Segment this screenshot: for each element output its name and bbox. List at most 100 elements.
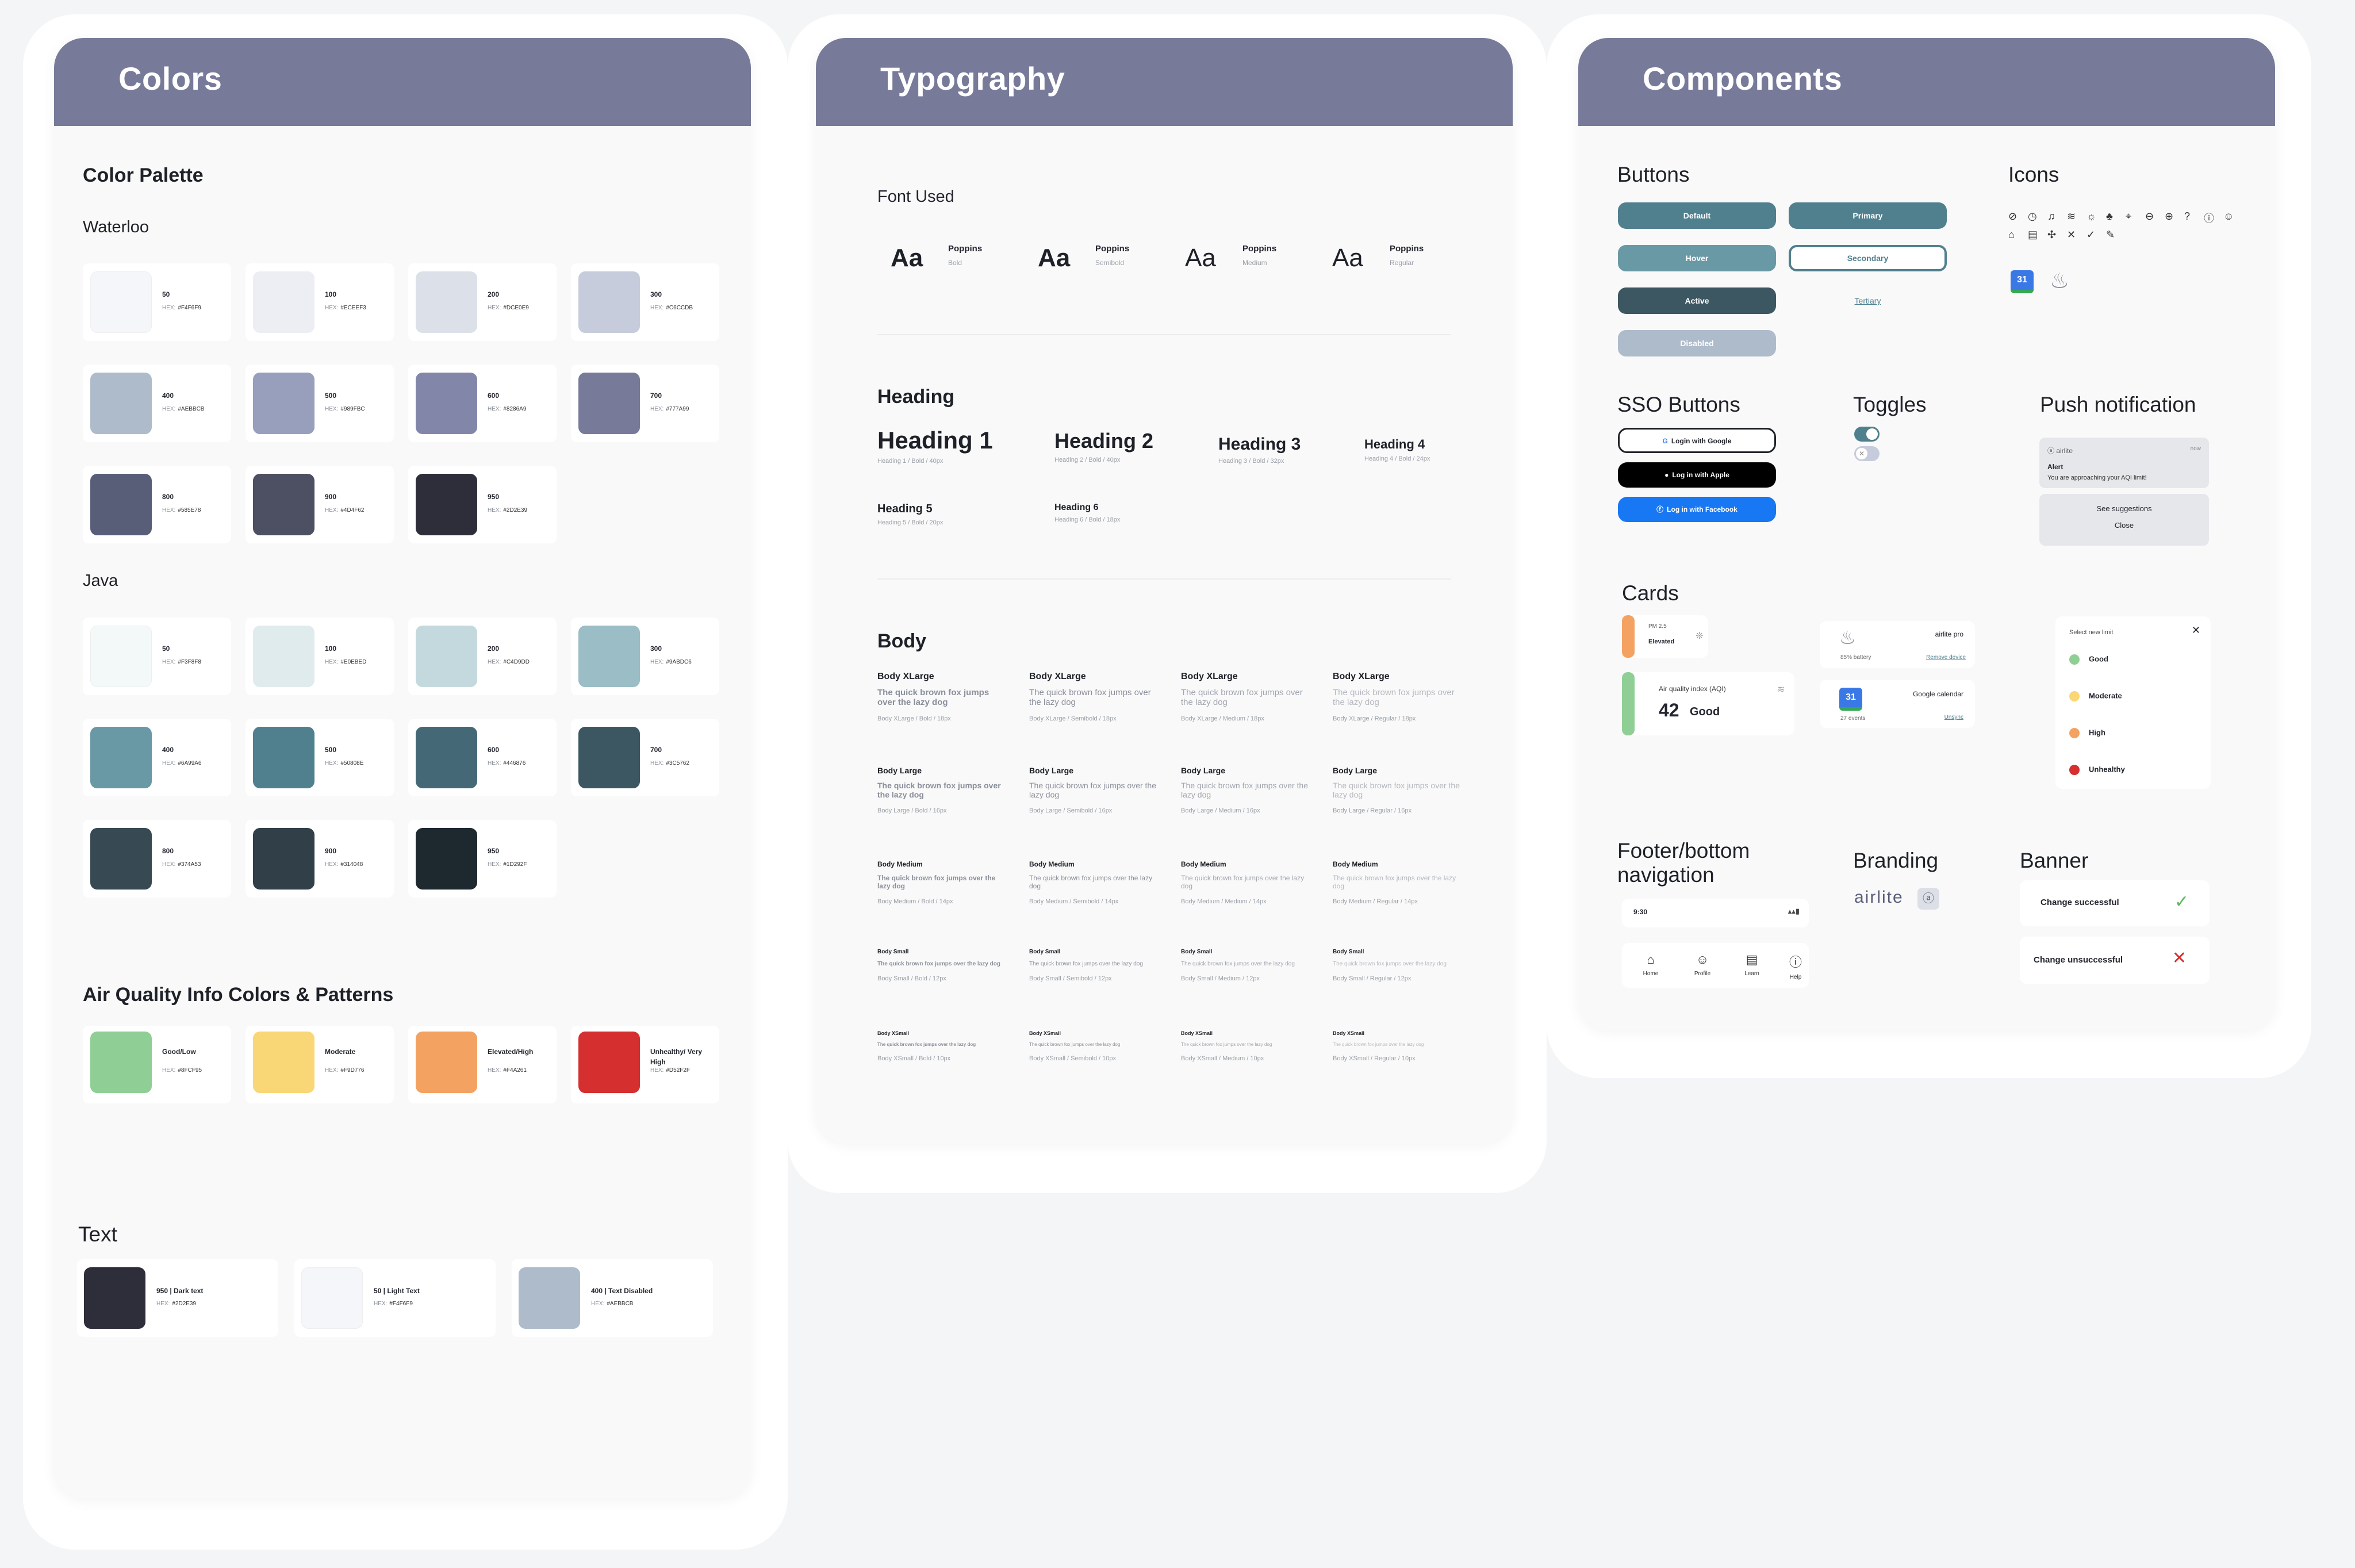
- swatch-hex: HEX: #DCE0E9: [488, 305, 529, 311]
- body-sample-text: The quick brown fox jumps over the lazy …: [1333, 781, 1460, 799]
- push-alert: Alert: [2047, 463, 2063, 471]
- default-button[interactable]: Default: [1618, 202, 1776, 229]
- swatch-name: 900: [325, 847, 337, 855]
- text-color-swatch: 400 | Text Disabled HEX: #AEBBCB: [512, 1259, 713, 1337]
- body-style-name: Body XSmall: [1333, 1030, 1365, 1036]
- facebook-login-button[interactable]: ⓕ Log in with Facebook: [1618, 497, 1776, 522]
- swatch-color: [253, 828, 314, 890]
- font-weight: Medium: [1242, 259, 1267, 267]
- body-style-meta: Body Medium / Medium / 14px: [1181, 898, 1267, 905]
- hex-label: HEX:: [650, 406, 664, 412]
- swatch-hex: HEX: #50808E: [325, 760, 364, 766]
- divider: [877, 334, 1451, 335]
- hex-label: HEX:: [162, 1067, 176, 1074]
- swatch-color: [253, 373, 314, 434]
- primary-button[interactable]: Primary: [1789, 202, 1947, 229]
- device-card[interactable]: ♨ airlite pro 85% battery Remove device: [1820, 621, 1975, 668]
- apple-login-button[interactable]: ● Log in with Apple: [1618, 462, 1776, 488]
- color-swatch: Good/Low HEX: #8FCF95: [83, 1026, 231, 1103]
- body-style-meta: Body Large / Medium / 16px: [1181, 807, 1260, 814]
- toggle-on[interactable]: [1854, 427, 1880, 442]
- success-text: Change successful: [2041, 898, 2119, 907]
- heading-sample: Heading 5 Heading 5 / Bold / 20px: [877, 503, 943, 526]
- body-style-meta: Body Large / Semibold / 16px: [1029, 807, 1113, 814]
- limit-card[interactable]: Select new limit ✕ Good Moderate High Unhea…: [2055, 616, 2211, 789]
- cards-title: Cards: [1622, 581, 1679, 605]
- error-banner: Change unsuccessful ✕: [2020, 937, 2210, 984]
- google-login-button[interactable]: G Login with Google: [1618, 428, 1776, 453]
- status-time: 9:30: [1633, 908, 1648, 916]
- body-sample: Body Small The quick brown fox jumps over…: [1333, 949, 1465, 982]
- active-button[interactable]: Active: [1618, 287, 1776, 314]
- hover-button[interactable]: Hover: [1618, 245, 1776, 271]
- colors-panel-title: Colors: [54, 38, 751, 126]
- nav-home[interactable]: ⌂ Home: [1633, 952, 1668, 977]
- nav-help[interactable]: ⓘ Help: [1784, 952, 1807, 980]
- color-swatch: 400 HEX: #6A99A6: [83, 719, 231, 796]
- tertiary-button[interactable]: Tertiary: [1789, 287, 1947, 314]
- heading-text: Heading 5: [877, 503, 933, 515]
- check-circle-icon: ⊘: [2008, 210, 2018, 222]
- pin-icon: ⌖: [2126, 210, 2132, 222]
- pm-card[interactable]: PM 2.5 Elevated ❊: [1622, 615, 1708, 658]
- fan-icon: ✣: [2047, 229, 2057, 240]
- swatch-hex: HEX: #9ABDC6: [650, 659, 692, 665]
- color-swatch: 300 HEX: #C6CCDB: [571, 263, 719, 341]
- nav-learn[interactable]: ▤ Learn: [1735, 952, 1769, 977]
- secondary-button[interactable]: Secondary: [1789, 245, 1947, 271]
- pm-status: Elevated: [1648, 638, 1675, 645]
- limit-option[interactable]: Moderate: [2069, 691, 2122, 701]
- swatch-name: 800: [162, 847, 174, 855]
- limit-option[interactable]: Good: [2069, 654, 2108, 665]
- remove-device-link[interactable]: Remove device: [1926, 654, 1966, 661]
- heading-text: Heading 3: [1218, 435, 1301, 454]
- swatch-hex: HEX: #6A99A6: [162, 760, 202, 766]
- swatch-name: 50: [162, 645, 170, 653]
- close-notification-button[interactable]: Close: [2039, 513, 2209, 530]
- body-sample-text: The quick brown fox jumps over the lazy …: [1029, 874, 1153, 890]
- swatch-name: 400 | Text Disabled: [591, 1287, 653, 1295]
- body-sample: Body Medium The quick brown fox jumps ove…: [877, 860, 1010, 905]
- swatch-hex: HEX: #2D2E39: [156, 1301, 197, 1307]
- components-panel: Components Buttons Default Primary Hover…: [1578, 38, 2275, 1030]
- limit-option[interactable]: Unhealthy: [2069, 765, 2125, 775]
- body-sample: Body Small The quick brown fox jumps over…: [877, 949, 1010, 982]
- limit-option[interactable]: High: [2069, 728, 2105, 738]
- bottom-navigation: ⌂ Home ☺ Profile ▤ Learn ⓘ Help: [1622, 943, 1809, 988]
- hex-label: HEX:: [325, 1067, 339, 1074]
- hex-label: HEX:: [488, 760, 501, 766]
- user-circle-icon: ☺: [2223, 210, 2234, 222]
- push-notification[interactable]: ⓐ airlite now Alert You are approaching …: [2039, 438, 2209, 488]
- body-style-meta: Body Medium / Bold / 14px: [877, 898, 953, 905]
- swatch-hex: HEX: #8FCF95: [162, 1067, 202, 1074]
- swatch-hex: HEX: #446876: [488, 760, 526, 766]
- swatch-hex: HEX: #314048: [325, 861, 363, 868]
- unsync-link[interactable]: Unsync: [1944, 714, 1963, 720]
- body-style-meta: Body XLarge / Semibold / 18px: [1029, 715, 1117, 722]
- heading-meta: Heading 6 / Bold / 18px: [1054, 516, 1121, 523]
- swatch-color: [253, 727, 314, 788]
- body-sample: Body XSmall The quick brown fox jumps ove…: [877, 1030, 1010, 1062]
- body-style-name: Body Large: [1333, 766, 1378, 775]
- heading-sample: Heading 4 Heading 4 / Bold / 24px: [1364, 437, 1430, 462]
- swatch-color: [90, 626, 152, 687]
- hex-label: HEX:: [162, 659, 176, 665]
- calendar-card[interactable]: 31 Google calendar 27 events Unsync: [1820, 680, 1975, 728]
- toggle-off[interactable]: ✕: [1854, 446, 1880, 461]
- body-style-meta: Body XSmall / Medium / 10px: [1181, 1055, 1264, 1062]
- swatch-color: [416, 474, 477, 535]
- color-swatch: 100 HEX: #ECEEF3: [246, 263, 394, 341]
- font-name: Poppins: [1095, 244, 1130, 254]
- aqi-card[interactable]: Air quality index (AQI) 42 Good ≋: [1622, 672, 1794, 735]
- heading-meta: Heading 2 / Bold / 40px: [1054, 457, 1121, 463]
- success-banner: Change successful ✓: [2020, 880, 2210, 926]
- hex-label: HEX:: [488, 1067, 501, 1074]
- swatch-hex: HEX: #1D292F: [488, 861, 527, 868]
- close-icon[interactable]: ✕: [2192, 624, 2200, 637]
- nav-profile[interactable]: ☺ Profile: [1685, 952, 1720, 977]
- see-suggestions-button[interactable]: See suggestions: [2039, 494, 2209, 513]
- hex-label: HEX:: [325, 406, 339, 412]
- color-swatch: 800 HEX: #585E78: [83, 466, 231, 543]
- swatch-name: 600: [488, 392, 500, 400]
- toggles-title: Toggles: [1853, 393, 1927, 416]
